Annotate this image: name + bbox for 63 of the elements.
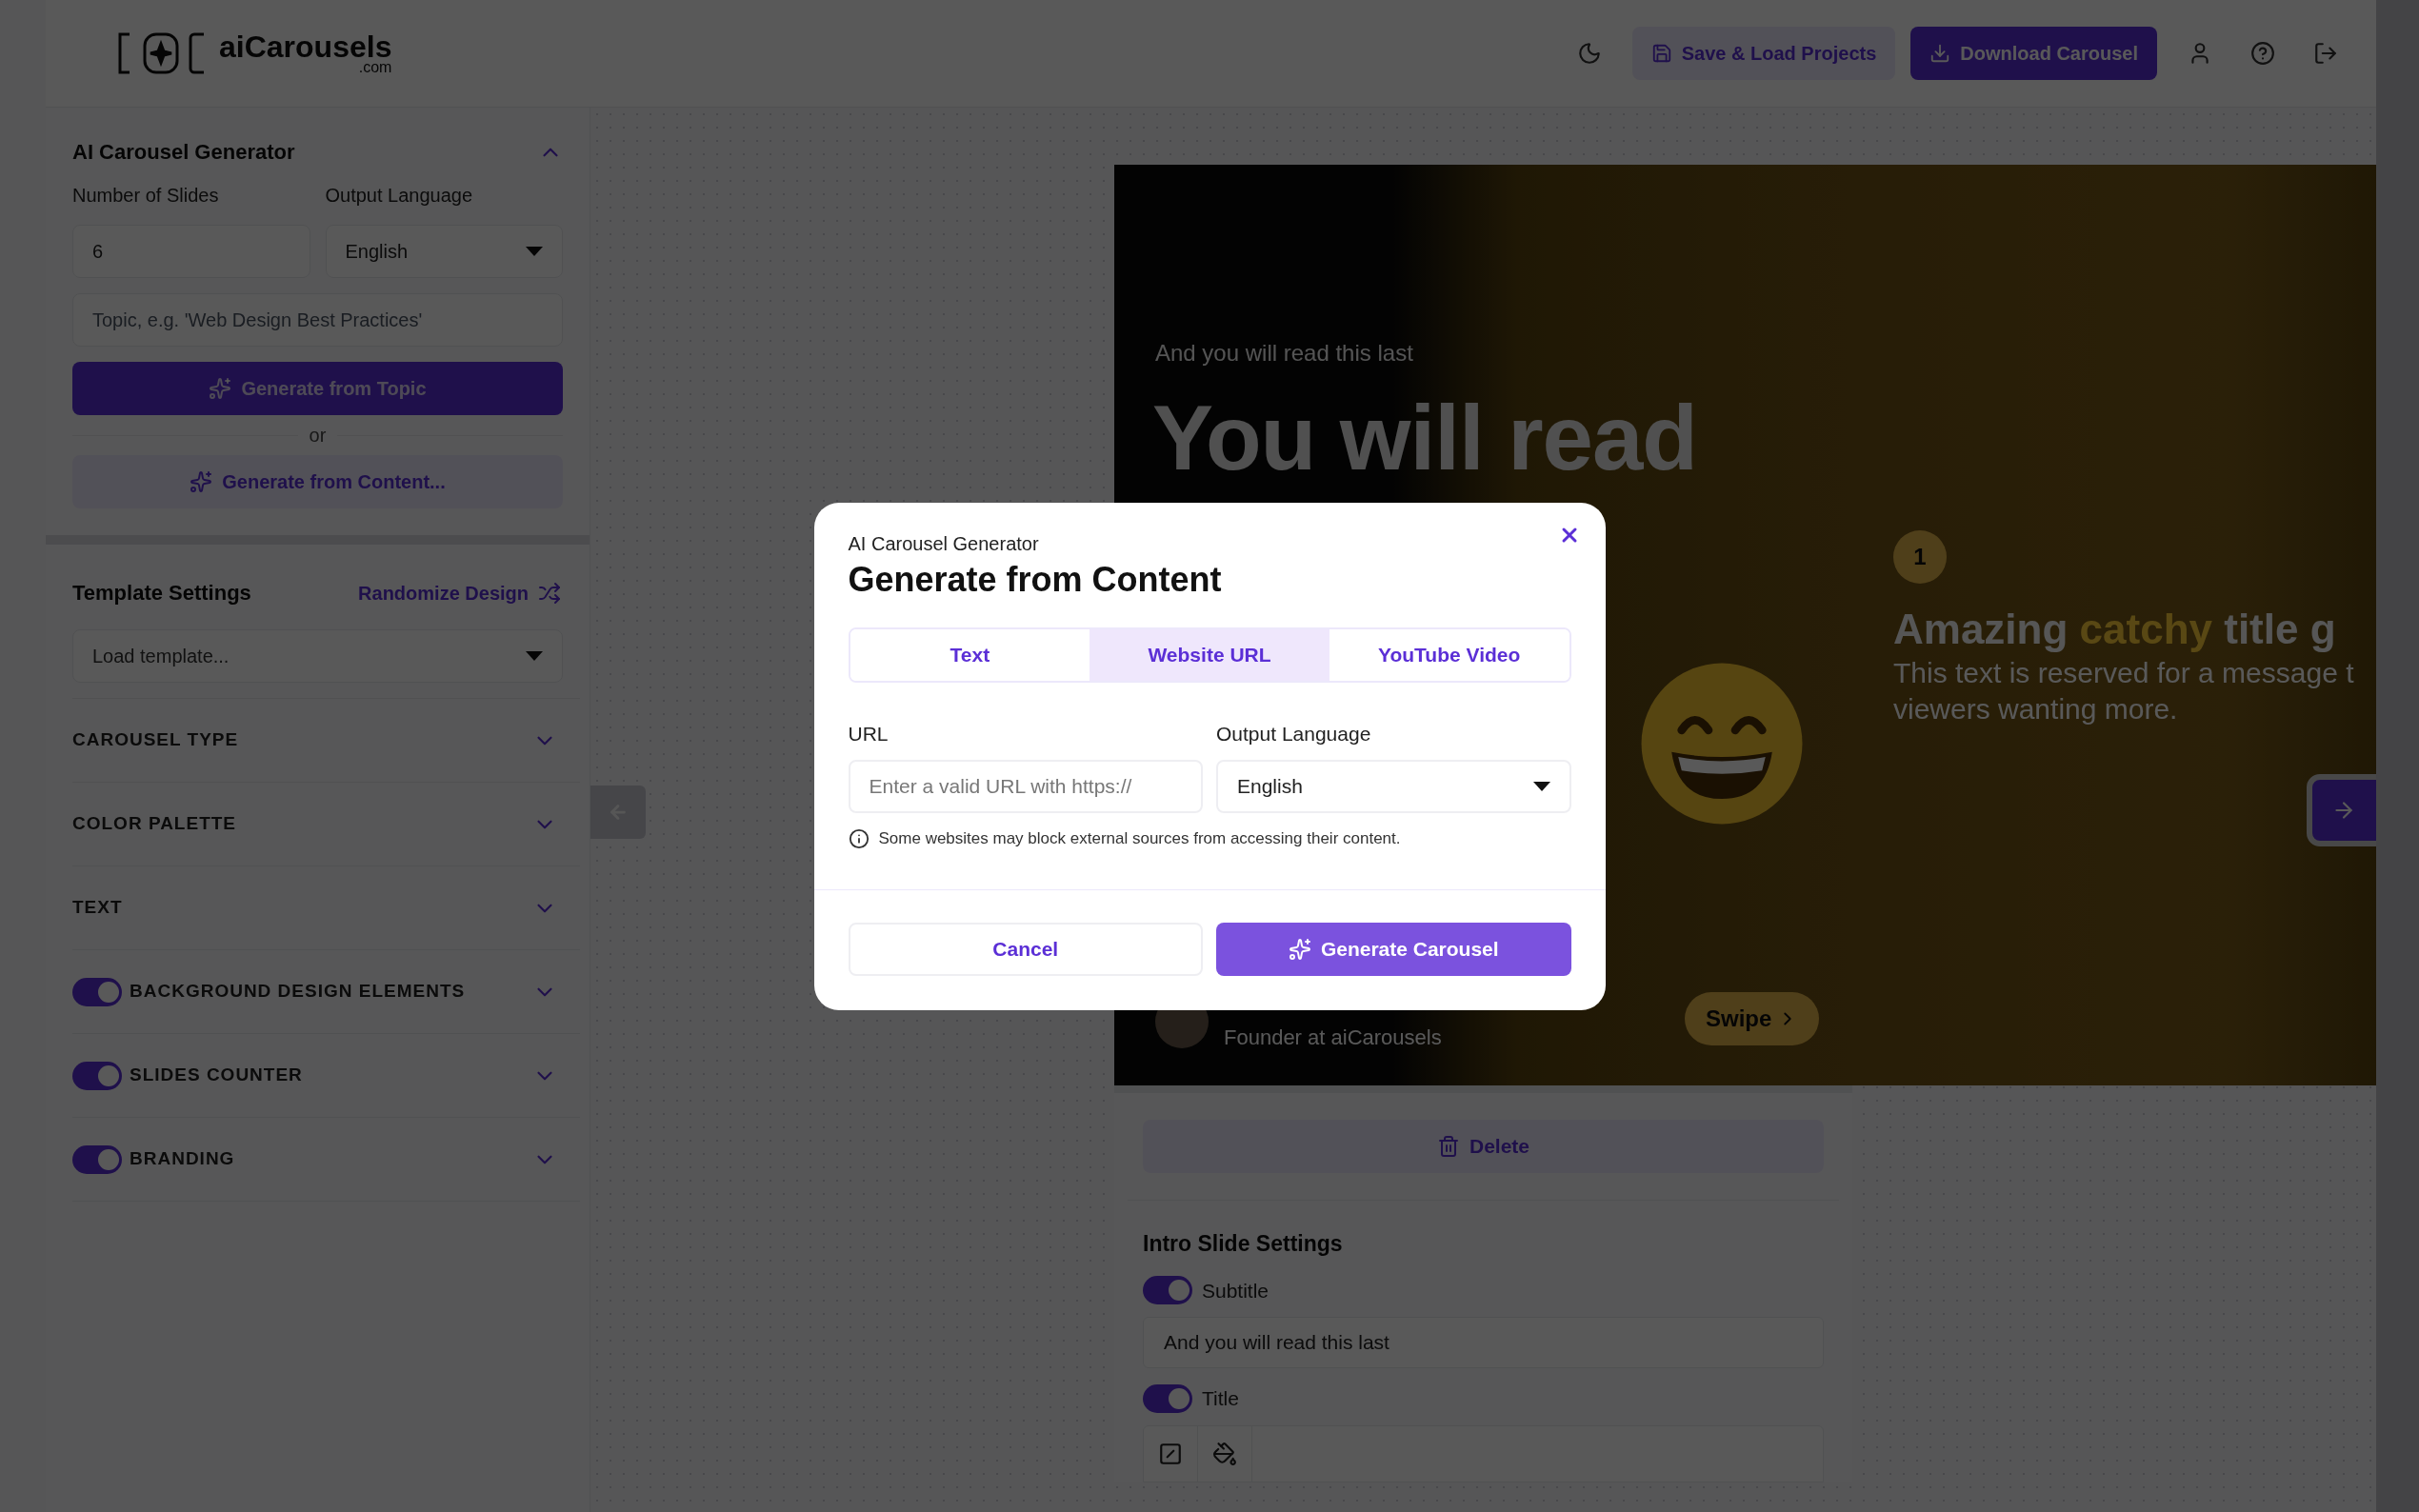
- field-label: Number of Slides: [72, 184, 220, 208]
- subtitle-field[interactable]: And you will read this last: [1143, 1317, 1824, 1368]
- author-role: Founder at aiCarousels: [1224, 1025, 1442, 1051]
- language-select[interactable]: English: [325, 225, 563, 278]
- accordion-label[interactable]: SLIDES COUNTER: [130, 1062, 303, 1089]
- topic-field[interactable]: Topic, e.g. 'Web Design Best Practices': [72, 293, 563, 347]
- swipe-button[interactable]: Swipe: [1685, 992, 1820, 1045]
- save-icon: [1650, 43, 1672, 64]
- info-icon: [848, 827, 870, 849]
- slide-body-text: This text is reserved for a message t viewers wanting more.: [1893, 656, 2354, 726]
- toggle-switch[interactable]: [72, 1061, 122, 1090]
- sparkles-icon: [190, 470, 213, 493]
- download-button[interactable]: Download Carousel: [1910, 27, 2157, 80]
- note-text: Some websites may block external sources from accessing their content.: [878, 828, 1401, 849]
- generate-content-button[interactable]: Generate from Content...: [72, 455, 563, 508]
- paint-bucket-icon[interactable]: [1212, 1441, 1237, 1466]
- field-label: Output Language: [325, 184, 474, 208]
- logo-suffix: .com: [358, 60, 392, 75]
- dialog-kicker: AI Carousel Generator: [848, 531, 1040, 556]
- moon-icon[interactable]: [1576, 41, 1602, 66]
- field-label: URL: [848, 721, 890, 746]
- toggle-switch[interactable]: [72, 977, 122, 1006]
- section-title: Template Settings: [72, 580, 251, 607]
- shuffle-icon: [538, 581, 561, 605]
- next-slide-button[interactable]: [2307, 774, 2376, 846]
- url-field[interactable]: Enter a valid URL with https://: [848, 760, 1203, 813]
- template-select[interactable]: Load template...: [72, 629, 563, 683]
- accordion-label[interactable]: TEXT: [72, 894, 123, 922]
- randomize-design-link[interactable]: Randomize Design: [358, 578, 561, 607]
- language-select[interactable]: English: [1216, 760, 1571, 813]
- slide-title: You will read: [1152, 386, 1697, 490]
- caret-icon: [526, 651, 543, 661]
- accordion-label[interactable]: BACKGROUND DESIGN ELEMENTS: [130, 978, 466, 1005]
- save-load-button[interactable]: Save & Load Projects: [1631, 27, 1896, 80]
- caret-icon: [1532, 782, 1550, 791]
- caret-icon: [526, 247, 543, 256]
- section-title: AI Carousel Generator: [72, 139, 295, 166]
- accordion-label[interactable]: COLOR PALETTE: [72, 810, 237, 838]
- generate-carousel-button[interactable]: Generate Carousel: [1216, 922, 1571, 976]
- accordion-label[interactable]: BRANDING: [130, 1145, 235, 1173]
- field-label: Title: [1202, 1386, 1239, 1411]
- field-label: Output Language: [1216, 721, 1372, 746]
- or-text: or: [309, 424, 327, 448]
- accordion-label[interactable]: CAROUSEL TYPE: [72, 726, 239, 754]
- logout-icon[interactable]: [2313, 41, 2338, 66]
- slides-count-field[interactable]: 6: [72, 225, 310, 278]
- dialog-title: Generate from Content: [848, 558, 1223, 601]
- sparkles-icon: [209, 377, 232, 400]
- help-icon[interactable]: [2250, 41, 2275, 66]
- logo-text: aiCarousels: [219, 31, 392, 62]
- trash-icon: [1437, 1135, 1460, 1158]
- slide-counter: 1: [1893, 530, 1947, 584]
- section-title: Intro Slide Settings: [1143, 1230, 1344, 1258]
- toggle-switch[interactable]: [1143, 1276, 1192, 1305]
- tab[interactable]: Website URL: [1090, 628, 1329, 681]
- slide-subtitle: And you will read this last: [1155, 339, 1413, 368]
- sparkles-icon: [1288, 937, 1311, 961]
- delete-button[interactable]: Delete: [1143, 1120, 1824, 1173]
- download-icon: [1929, 43, 1951, 64]
- cancel-button[interactable]: Cancel: [848, 922, 1203, 976]
- toggle-switch[interactable]: [72, 1144, 122, 1174]
- toggle-switch[interactable]: [1143, 1383, 1192, 1413]
- field-label: Subtitle: [1202, 1278, 1269, 1303]
